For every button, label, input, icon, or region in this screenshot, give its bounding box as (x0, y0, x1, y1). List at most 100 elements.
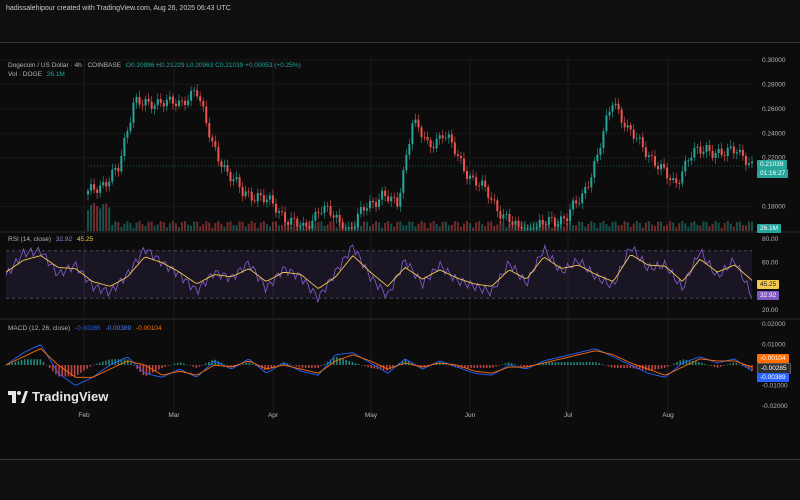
candle-body (229, 171, 232, 182)
volume-bar (268, 226, 271, 231)
histogram-bar (11, 362, 14, 365)
volume-bar (335, 227, 338, 231)
volume-bar (253, 222, 256, 231)
candle-body (165, 99, 168, 107)
histogram-bar (36, 359, 39, 365)
histogram-bar (76, 365, 79, 375)
volume-bar (302, 227, 305, 231)
candle-body (681, 171, 684, 184)
candle-body (314, 212, 317, 221)
volume-bar (223, 226, 226, 231)
volume-bar (499, 221, 502, 231)
histogram-bar (604, 365, 607, 366)
volume-bar (638, 223, 641, 231)
volume-bar (620, 224, 623, 231)
volume-bar (629, 226, 632, 231)
candle-body (723, 155, 726, 156)
candle-body (669, 178, 672, 181)
volume-bar (423, 222, 426, 231)
macd-tick-label: 0.01000 (762, 342, 786, 349)
volume-bar (672, 222, 675, 231)
volume-bar (368, 226, 371, 231)
histogram-bar (482, 365, 485, 368)
volume-bar (453, 221, 456, 231)
histogram-bar (42, 361, 45, 365)
histogram-bar (158, 365, 160, 370)
volume-bar (305, 222, 308, 231)
histogram-bar (201, 364, 204, 366)
volume-bar (681, 221, 684, 231)
histogram-bar (105, 360, 107, 365)
candle-body (653, 156, 656, 166)
volume-bar (171, 221, 174, 231)
volume-bar (569, 221, 572, 231)
volume-bar (144, 226, 147, 231)
candle-body (493, 199, 496, 201)
candle-body (274, 203, 277, 213)
histogram-bar (130, 362, 132, 365)
volume-bar (611, 221, 614, 231)
candle-body (114, 167, 117, 170)
candle-body (608, 111, 611, 116)
candle-body (629, 125, 632, 130)
histogram-bar (173, 363, 176, 365)
candle-body (481, 180, 484, 186)
histogram-bar (164, 365, 166, 367)
candle-body (699, 146, 702, 154)
volume-bar (490, 221, 493, 231)
candle-body (714, 153, 717, 158)
candle-body (196, 90, 199, 97)
histogram-bar (20, 359, 23, 365)
histogram-bar (289, 364, 291, 365)
histogram-bar (370, 365, 372, 369)
histogram-bar (27, 359, 29, 365)
histogram-bar (560, 362, 563, 365)
histogram-bar (242, 364, 245, 365)
histogram-bar (563, 362, 566, 365)
candle-body (517, 220, 520, 227)
candle-body (162, 103, 165, 107)
volume-bar (456, 222, 459, 231)
candle-body (384, 190, 387, 197)
histogram-bar (507, 362, 510, 365)
volume-bar (690, 222, 693, 231)
volume-bar (535, 221, 538, 231)
candle-body (108, 181, 111, 187)
candle-body (381, 190, 384, 200)
volume-bar (296, 221, 299, 231)
volume-bar (414, 226, 417, 231)
histogram-bar (101, 361, 104, 365)
volume-bar (123, 223, 126, 231)
histogram-bar (161, 365, 163, 368)
volume-bar (741, 225, 744, 231)
histogram-bar (298, 365, 301, 368)
volume-bar (678, 223, 681, 231)
volume-bar (141, 224, 144, 231)
volume-bar (153, 225, 156, 231)
histogram-bar (292, 365, 294, 366)
candle-body (472, 175, 475, 178)
histogram-bar (317, 365, 319, 368)
volume-bar (156, 224, 159, 231)
histogram-bar (276, 365, 279, 366)
volume-bar (508, 223, 511, 231)
histogram-bar (595, 362, 597, 365)
volume-bar (641, 227, 644, 231)
volume-bar (235, 225, 238, 231)
histogram-bar (323, 363, 326, 365)
histogram-bar (245, 362, 248, 365)
histogram-bar (585, 362, 588, 365)
candle-body (550, 216, 553, 218)
histogram-bar (501, 364, 504, 365)
candle-body (735, 152, 738, 154)
volume-bar (563, 226, 566, 231)
volume-bar (484, 225, 487, 231)
volume-bar (544, 221, 547, 231)
candle-body (647, 155, 650, 157)
volume-bar (711, 224, 714, 231)
histogram-bar (367, 365, 369, 368)
volume-bar (362, 221, 365, 231)
histogram-bar (751, 365, 753, 371)
histogram-bar (195, 365, 198, 368)
histogram-bar (320, 365, 323, 366)
